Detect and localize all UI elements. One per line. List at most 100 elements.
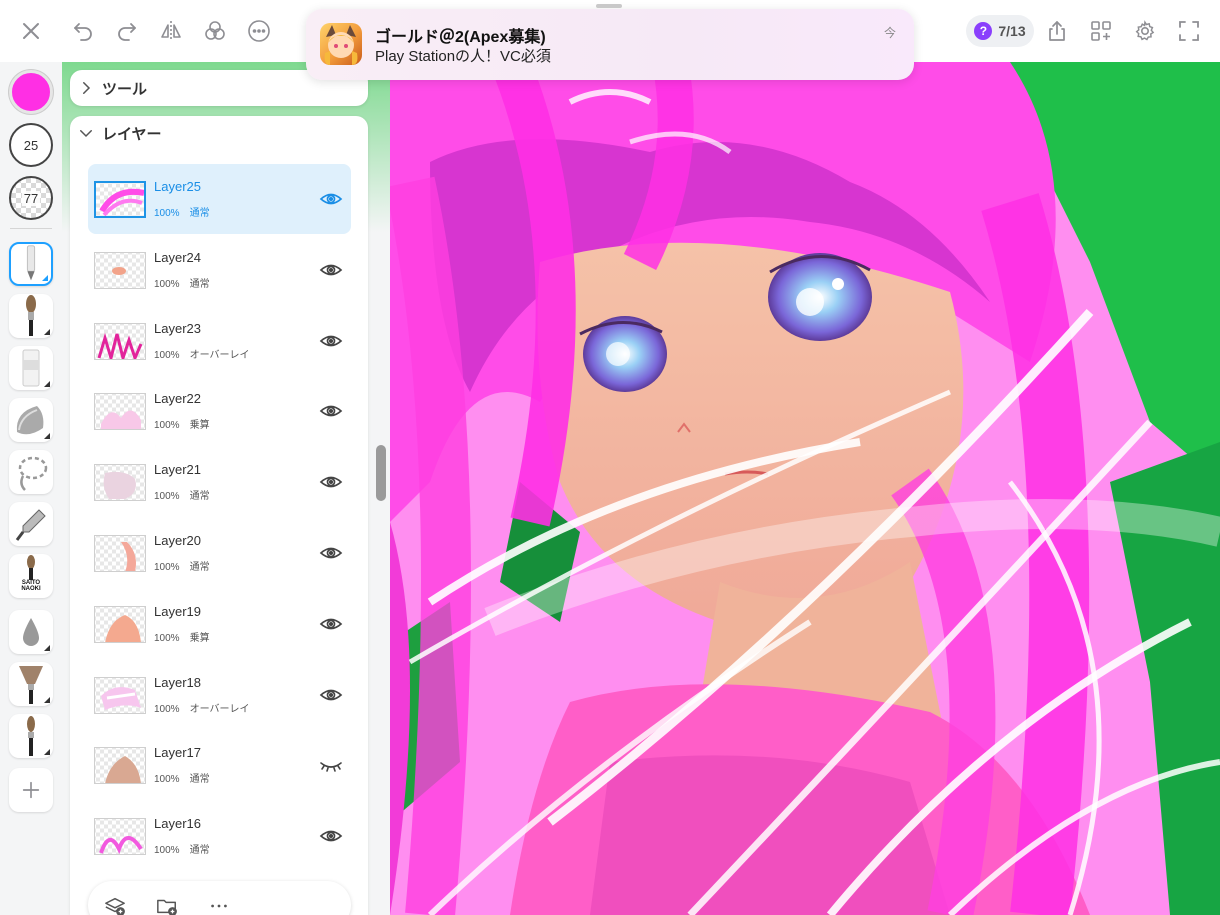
- tool-strip: 25 77 SAITO NAOKI: [0, 62, 62, 915]
- eye-icon[interactable]: [319, 400, 343, 422]
- brush-opacity-button[interactable]: 77: [9, 176, 53, 220]
- notification-app-icon: [320, 23, 362, 65]
- layer-row[interactable]: Layer19 100% 乗算: [88, 589, 351, 659]
- add-folder-icon[interactable]: [154, 893, 180, 915]
- artwork: [390, 62, 1220, 915]
- redo-icon[interactable]: [110, 14, 144, 48]
- layer-meta: 100% 乗算: [154, 416, 210, 431]
- layer-opacity: 100%: [154, 278, 180, 290]
- pen-tool[interactable]: [9, 242, 53, 286]
- layer-name: Layer17: [154, 745, 201, 761]
- layer-thumbnail: [94, 818, 146, 856]
- close-icon[interactable]: [14, 14, 48, 48]
- layer-opacity: 100%: [154, 491, 180, 503]
- lasso-tool[interactable]: [9, 450, 53, 494]
- layer-name: Layer23: [154, 320, 201, 336]
- layer-opacity: 100%: [154, 632, 180, 644]
- app-window: ? 7/13 ゴールド＠2(Apex募集) Play Stationの人！VC必…: [0, 0, 1220, 915]
- gear-icon[interactable]: [1128, 14, 1162, 48]
- layer-row[interactable]: Layer23 100% オーバーレイ: [88, 306, 351, 376]
- share-icon[interactable]: [1040, 14, 1074, 48]
- tools-section-label: ツール: [102, 80, 148, 98]
- layer-toolbar: [88, 881, 351, 915]
- add-grid-icon[interactable]: [1084, 14, 1118, 48]
- fullscreen-icon[interactable]: [1172, 14, 1206, 48]
- flip-icon[interactable]: [154, 14, 188, 48]
- layer-row[interactable]: Layer22 100% 乗算: [88, 376, 351, 446]
- undo-icon[interactable]: [66, 14, 100, 48]
- more-icon[interactable]: [242, 14, 276, 48]
- layer-opacity: 100%: [154, 208, 180, 219]
- layer-opacity: 100%: [154, 703, 180, 715]
- layer-blend-mode: 通常: [189, 208, 210, 219]
- layer-opacity: 100%: [154, 845, 180, 857]
- eye-icon[interactable]: [319, 188, 343, 210]
- blur-tool[interactable]: [9, 610, 53, 654]
- layer-name: Layer20: [154, 533, 201, 548]
- layers-section-header[interactable]: レイヤー: [70, 116, 368, 150]
- eye-icon[interactable]: [319, 542, 343, 564]
- brush-opacity-value: 77: [21, 190, 41, 206]
- layer-thumbnail: [94, 251, 146, 289]
- layer-blend-mode: オーバーレイ: [189, 703, 250, 715]
- layer-name: Layer18: [154, 674, 201, 690]
- brush-size-button[interactable]: 25: [9, 123, 53, 167]
- chevron-down-icon: [70, 124, 102, 142]
- panel-resize-handle[interactable]: [376, 445, 386, 501]
- layer-meta: 100% オーバーレイ: [154, 700, 249, 715]
- layer-blend-mode: 通常: [189, 562, 210, 573]
- eye-icon[interactable]: [319, 259, 343, 281]
- add-layer-icon[interactable]: [102, 893, 128, 915]
- help-badge: ?: [974, 22, 993, 40]
- brush-size-value: 25: [23, 137, 39, 153]
- layer-name: Layer22: [154, 391, 201, 407]
- layer-blend-mode: 乗算: [189, 632, 210, 644]
- eraser-tool[interactable]: [9, 346, 53, 390]
- add-tool-button[interactable]: [9, 768, 53, 812]
- custom-brush-label: SAITO NAOKI: [11, 580, 51, 592]
- brush-tool[interactable]: [9, 294, 53, 338]
- drawing-canvas[interactable]: [390, 62, 1220, 915]
- custom-brush-tool[interactable]: SAITO NAOKI: [9, 554, 53, 598]
- layer-blend-mode: 通常: [189, 845, 210, 857]
- layer-opacity: 100%: [154, 349, 180, 361]
- eye-icon[interactable]: [319, 684, 343, 706]
- notification-grabber[interactable]: [596, 4, 622, 8]
- layer-row[interactable]: Layer16 100% 通常: [88, 801, 351, 871]
- round-brush-tool[interactable]: [9, 714, 53, 758]
- layer-row[interactable]: Layer24 100% 通常: [88, 235, 351, 305]
- notification-body: Play Stationの人！VC必須: [375, 48, 551, 65]
- eye-icon[interactable]: [319, 825, 343, 847]
- eye-icon[interactable]: [319, 613, 343, 635]
- layer-row[interactable]: Layer18 100% オーバーレイ: [88, 660, 351, 730]
- eyedropper-tool[interactable]: [9, 502, 53, 546]
- notification-title: ゴールド＠2(Apex募集): [375, 29, 546, 46]
- layer-opacity: 100%: [154, 420, 180, 432]
- notification-banner[interactable]: ゴールド＠2(Apex募集) Play Stationの人！VC必須 今: [306, 9, 914, 80]
- eye-icon[interactable]: [319, 471, 343, 493]
- layer-thumbnail: [94, 181, 146, 218]
- smudge-tool[interactable]: [9, 398, 53, 442]
- eye-closed-icon[interactable]: [319, 754, 343, 776]
- layer-row[interactable]: Layer25 100% 通常: [88, 164, 351, 234]
- eye-icon[interactable]: [319, 330, 343, 352]
- layer-row[interactable]: Layer21 100% 通常: [88, 447, 351, 517]
- page-indicator[interactable]: ? 7/13: [966, 15, 1034, 47]
- layer-thumbnail: [94, 322, 146, 360]
- fan-brush-tool[interactable]: [9, 662, 53, 706]
- layer-name: Layer24: [154, 249, 201, 265]
- layer-thumbnail: [94, 535, 146, 572]
- layer-thumbnail: [94, 393, 146, 431]
- layer-name: Layer25: [154, 179, 201, 194]
- layer-row[interactable]: Layer17 100% 通常: [88, 730, 351, 800]
- layer-meta: 100% 通常: [154, 841, 210, 856]
- layer-meta: 100% オーバーレイ: [154, 346, 249, 361]
- materials-icon[interactable]: [198, 14, 232, 48]
- color-swatch[interactable]: [9, 70, 53, 114]
- layer-more-icon[interactable]: [206, 893, 232, 915]
- page-indicator-text: 7/13: [998, 23, 1026, 39]
- layer-meta: 100% 通常: [154, 275, 210, 290]
- layer-meta: 100% 通常: [154, 770, 210, 785]
- layer-row[interactable]: Layer20 100% 通常: [88, 518, 351, 588]
- notification-time: 今: [883, 26, 896, 40]
